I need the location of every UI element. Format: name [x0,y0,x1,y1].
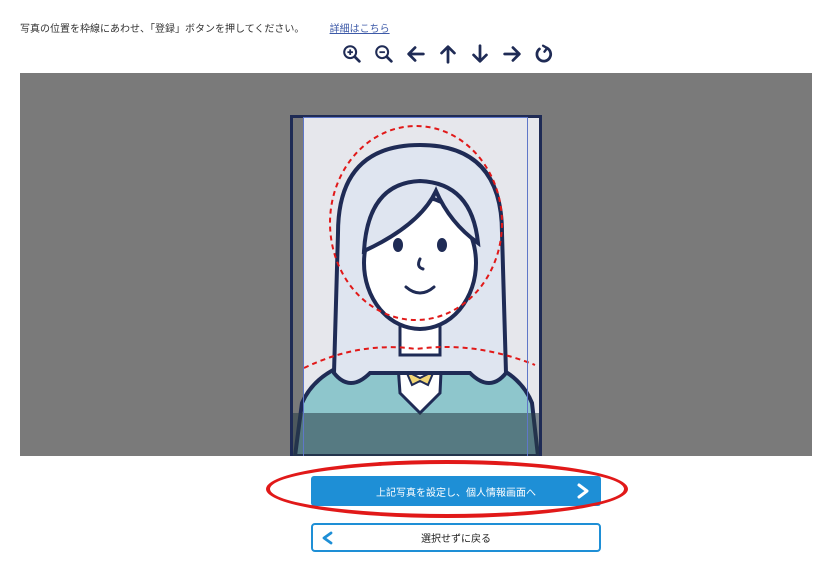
zoom-out-icon[interactable] [372,42,396,66]
photo-crop-canvas[interactable] [20,73,812,456]
arrow-left-icon[interactable] [404,42,428,66]
chevron-left-icon [322,531,333,545]
chevron-right-icon [577,483,589,499]
arrow-down-icon[interactable] [468,42,492,66]
arrow-right-icon[interactable] [500,42,524,66]
crop-guide-frame [303,117,528,456]
photo-toolbar [340,41,556,67]
instruction-text: 写真の位置を枠線にあわせ、「登録」ボタンを押してください。 詳細はこちら [20,20,390,35]
details-link[interactable]: 詳細はこちら [330,24,390,35]
set-photo-next-label: 上記写真を設定し、個人情報画面へ [376,487,536,499]
set-photo-next-button[interactable]: 上記写真を設定し、個人情報画面へ [311,476,601,506]
rotate-icon[interactable] [532,42,556,66]
back-without-selecting-button[interactable]: 選択せずに戻る [311,523,601,552]
arrow-up-icon[interactable] [436,42,460,66]
zoom-in-icon[interactable] [340,42,364,66]
back-label: 選択せずに戻る [421,534,491,545]
instruction-message: 写真の位置を枠線にあわせ、「登録」ボタンを押してください。 [20,24,305,35]
